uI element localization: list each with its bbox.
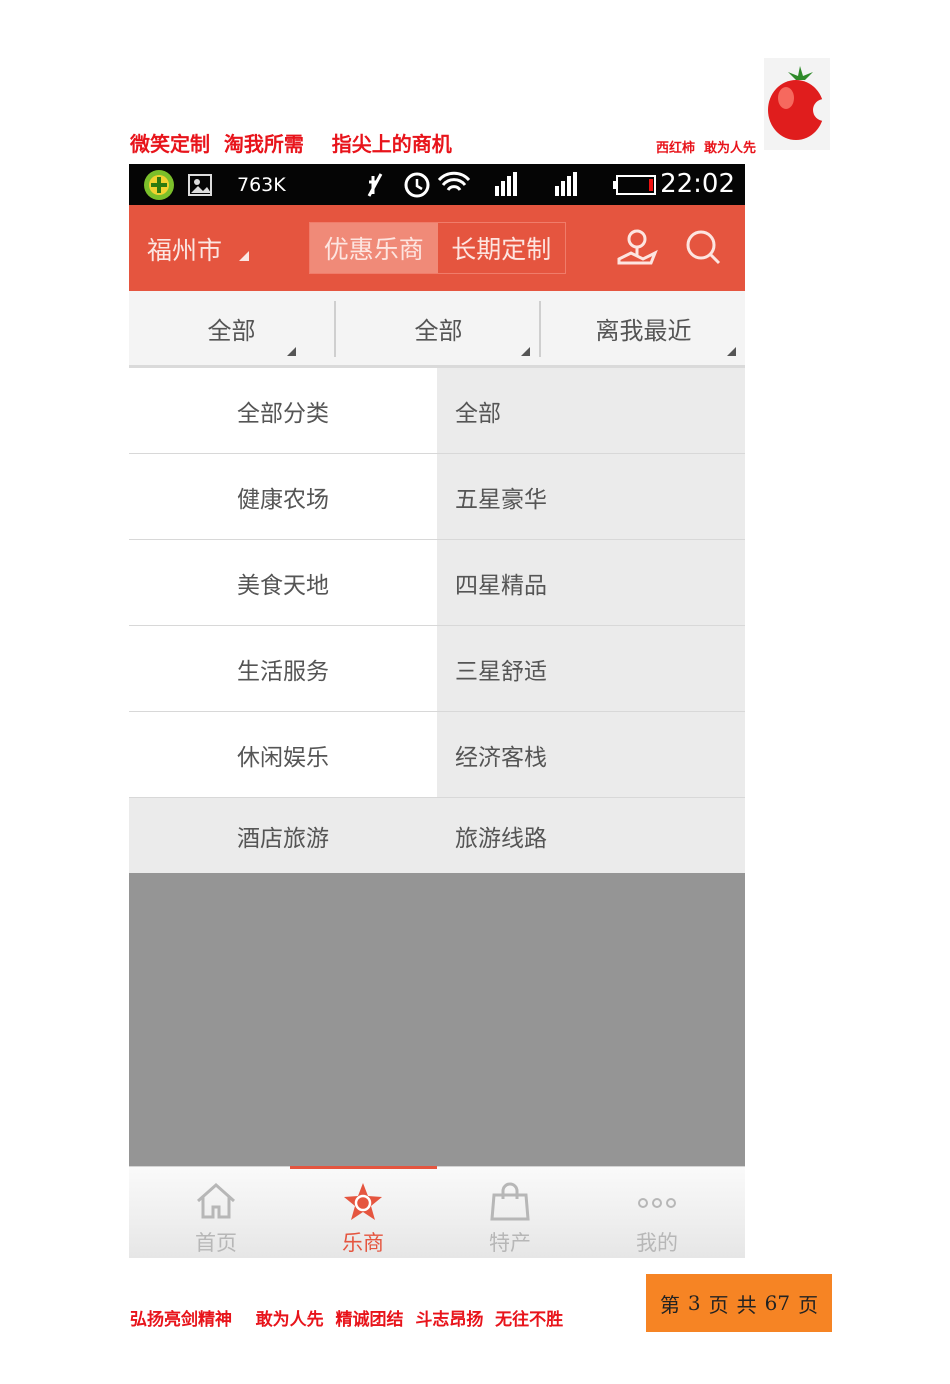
category-left-item[interactable]: 健康农场	[129, 454, 437, 539]
search-icon[interactable]	[681, 225, 727, 271]
category-right-item[interactable]: 全部	[437, 368, 745, 453]
filter-category[interactable]: 全部	[129, 291, 334, 365]
category-right-item[interactable]: 三星舒适	[437, 626, 745, 711]
page-prefix: 第	[659, 1292, 680, 1317]
image-icon	[188, 174, 212, 196]
filter-category-dropdown-icon	[287, 347, 296, 356]
more-dots-icon	[638, 1198, 676, 1208]
category-left-item[interactable]: 生活服务	[129, 626, 437, 711]
status-icons	[367, 171, 577, 198]
app-bar: 福州市 优惠乐商 长期定制	[129, 205, 745, 291]
category-left-item[interactable]: 全部分类	[129, 368, 437, 453]
home-icon	[197, 1182, 235, 1219]
category-left-item-selected[interactable]: 酒店旅游	[129, 798, 437, 873]
list-item: 酒店旅游 旅游线路	[129, 798, 745, 873]
tab-youhui-leshang[interactable]: 优惠乐商	[310, 223, 438, 273]
clock: 22:02	[660, 169, 735, 199]
header-brand-slogan: 西红柿 敢为人先	[656, 141, 757, 156]
page-suffix: 页	[798, 1292, 819, 1317]
filter-type[interactable]: 全部	[336, 291, 541, 365]
tab-techan[interactable]: 特产	[433, 1167, 587, 1258]
footer-slogan: 弘扬亮剑精神 敢为人先 精诚团结 斗志昂扬 无往不胜	[130, 1310, 564, 1330]
filter-sort-dropdown-icon	[727, 347, 736, 356]
battery-icon	[613, 175, 656, 195]
bottom-tab-bar: 首页 乐商 特产 我的	[129, 1166, 745, 1258]
list-item: 生活服务 三星舒适	[129, 626, 745, 712]
filter-bar: 全部 全部 离我最近	[129, 291, 745, 368]
list-item: 全部分类 全部	[129, 368, 745, 454]
tomato-logo-icon	[764, 58, 835, 150]
page-mid2: 共	[736, 1292, 757, 1317]
header-slogan: 微笑定制 淘我所需 指尖上的商机	[130, 132, 452, 156]
page-indicator: 第 3 页 共 67 页	[646, 1274, 832, 1332]
shopping-bag-icon	[490, 1182, 530, 1221]
category-left-item[interactable]: 美食天地	[129, 540, 437, 625]
category-left-item[interactable]: 休闲娱乐	[129, 712, 437, 797]
category-right-item[interactable]: 经济客栈	[437, 712, 745, 797]
category-right-item[interactable]: 旅游线路	[437, 798, 745, 873]
filter-type-dropdown-icon	[521, 347, 530, 356]
list-item: 美食天地 四星精品	[129, 540, 745, 626]
category-list: 全部分类 全部 健康农场 五星豪华 美食天地 四星精品 生活服务 三星舒适 休闲…	[129, 368, 745, 873]
tab-home-label: 首页	[195, 1231, 237, 1255]
tab-leshang-label: 乐商	[342, 1231, 384, 1255]
mode-toggle: 优惠乐商 长期定制	[309, 222, 566, 274]
list-item: 健康农场 五星豪华	[129, 454, 745, 540]
page-current: 3	[687, 1291, 701, 1315]
status-bar: 763K 22:02	[129, 164, 745, 205]
app-notification-icon	[144, 170, 174, 200]
category-right-item[interactable]: 五星豪华	[437, 454, 745, 539]
active-tab-indicator	[290, 1166, 437, 1169]
filter-sort[interactable]: 离我最近	[541, 291, 745, 365]
tab-mine[interactable]: 我的	[580, 1167, 734, 1258]
phone-screenshot: 763K 22:02 福州市 优惠乐商 长期定制 全部 全部 离我最近 全部分类…	[129, 164, 745, 1258]
tab-leshang[interactable]: 乐商	[286, 1167, 440, 1258]
page-total: 67	[764, 1291, 791, 1315]
network-speed: 763K	[237, 174, 286, 196]
city-selector[interactable]: 福州市	[147, 231, 222, 267]
tab-mine-label: 我的	[636, 1231, 678, 1255]
category-right-item[interactable]: 四星精品	[437, 540, 745, 625]
tab-changqi-dingzhi[interactable]: 长期定制	[437, 223, 565, 273]
tab-home[interactable]: 首页	[139, 1167, 293, 1258]
location-icon[interactable]	[613, 225, 659, 271]
tab-techan-label: 特产	[489, 1231, 531, 1255]
city-dropdown-icon[interactable]	[239, 251, 249, 261]
star-shop-icon	[344, 1183, 382, 1220]
page-mid1: 页	[708, 1292, 729, 1317]
list-item: 休闲娱乐 经济客栈	[129, 712, 745, 798]
